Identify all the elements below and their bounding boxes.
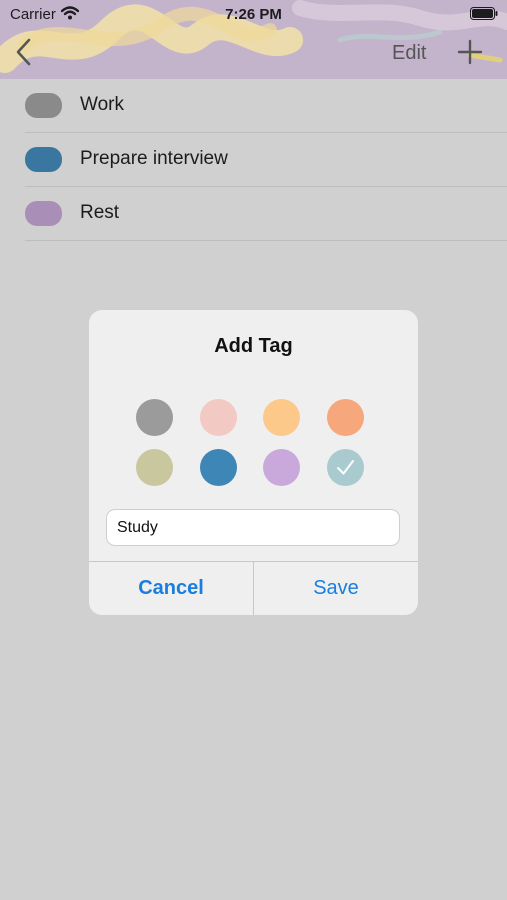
tag-color-swatch [25,147,62,172]
tag-row[interactable]: Rest [25,187,507,241]
checkmark-icon [337,460,354,475]
color-option[interactable] [263,449,300,486]
tag-label: Prepare interview [80,148,228,169]
color-option[interactable] [327,399,364,436]
color-option[interactable] [200,449,237,486]
color-option-selected[interactable] [327,449,364,486]
tag-color-swatch [25,201,62,226]
color-option[interactable] [136,399,173,436]
tag-color-swatch [25,93,62,118]
tag-row[interactable]: Prepare interview [25,133,507,187]
plus-icon [457,39,483,65]
tag-list: Work Prepare interview Rest [0,79,507,241]
dialog-title: Add Tag [214,335,293,357]
chevron-left-icon [16,38,31,66]
add-button[interactable] [456,38,484,66]
battery-icon [470,7,498,20]
status-bar: Carrier 7:26 PM [0,0,507,28]
color-option[interactable] [136,449,173,486]
add-tag-dialog: Add Tag Cancel Save [89,310,418,615]
nav-bar: Edit [0,28,507,79]
color-option[interactable] [200,399,237,436]
cancel-button[interactable]: Cancel [89,562,253,615]
color-picker [136,399,376,489]
header: Carrier 7:26 PM Edit [0,0,507,79]
tag-label: Work [80,94,124,115]
back-button[interactable] [10,34,40,70]
edit-button[interactable]: Edit [392,42,426,65]
tag-row[interactable]: Work [25,79,507,133]
save-button[interactable]: Save [254,562,418,615]
tag-name-input[interactable] [106,509,400,546]
tag-label: Rest [80,202,120,223]
clock: 7:26 PM [225,6,282,23]
color-option[interactable] [263,399,300,436]
